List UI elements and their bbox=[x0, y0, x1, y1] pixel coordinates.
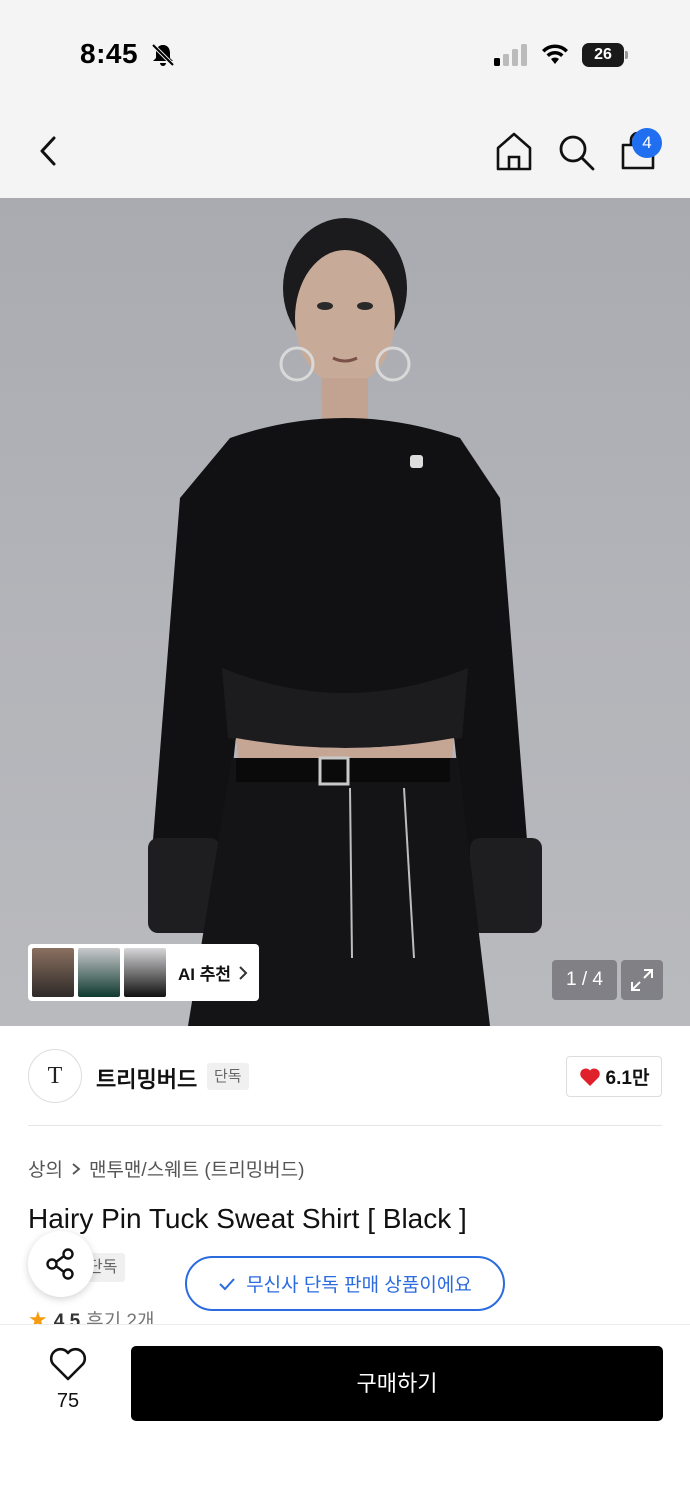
buy-button[interactable]: 구매하기 bbox=[131, 1346, 663, 1421]
share-icon bbox=[46, 1248, 74, 1280]
musinsa-exclusive-notice[interactable]: 무신사 단독 판매 상품이에요 bbox=[185, 1256, 505, 1311]
brand-exclusive-badge: 단독 bbox=[207, 1063, 249, 1090]
musinsa-exclusive-text: 무신사 단독 판매 상품이에요 bbox=[246, 1275, 472, 1296]
brand-like-count: 6.1만 bbox=[605, 1068, 650, 1089]
battery-level: 26 bbox=[582, 43, 624, 67]
top-nav bbox=[0, 100, 690, 198]
check-icon bbox=[219, 1277, 235, 1290]
image-page-indicator: 1 / 4 bbox=[552, 960, 617, 1000]
battery-tip bbox=[625, 51, 628, 59]
brand-logo[interactable]: T bbox=[28, 1049, 82, 1103]
like-count: 75 bbox=[56, 1390, 80, 1412]
ai-recommend-chip[interactable]: AI 추천 bbox=[28, 944, 259, 1001]
brand-like-button[interactable]: 6.1만 bbox=[566, 1056, 662, 1097]
product-image[interactable] bbox=[0, 198, 690, 1026]
product-title: Hairy Pin Tuck Sweat Shirt [ Black ] bbox=[28, 1203, 467, 1234]
expand-icon bbox=[631, 969, 653, 991]
home-icon[interactable] bbox=[494, 130, 534, 172]
model-illustration bbox=[148, 218, 542, 1026]
back-icon[interactable] bbox=[32, 134, 64, 168]
heart-outline-icon[interactable] bbox=[48, 1346, 88, 1382]
breadcrumb-subcategory[interactable]: 맨투맨/스웨트 (트리밍버드) bbox=[89, 1155, 305, 1182]
chevron-right-icon bbox=[239, 965, 248, 980]
battery-icon: 26 bbox=[582, 43, 628, 67]
share-button[interactable] bbox=[28, 1231, 94, 1297]
bell-off-icon bbox=[151, 43, 175, 67]
recommend-thumbnail bbox=[78, 948, 120, 997]
chevron-right-icon bbox=[72, 1162, 81, 1175]
recommend-thumbnail bbox=[32, 948, 74, 997]
ai-recommend-label: AI 추천 bbox=[178, 965, 232, 984]
wifi-icon bbox=[542, 44, 568, 64]
divider bbox=[28, 1125, 662, 1126]
status-time: 8:45 bbox=[80, 38, 139, 69]
search-icon[interactable] bbox=[556, 132, 596, 172]
recommend-thumbnail bbox=[124, 948, 166, 997]
expand-image-button[interactable] bbox=[621, 960, 663, 1000]
breadcrumb: 상의 맨투맨/스웨트 (트리밍버드) bbox=[28, 1155, 304, 1182]
heart-filled-icon bbox=[579, 1067, 600, 1086]
brand-name[interactable]: 트리밍버드 bbox=[96, 1062, 197, 1094]
cart-count-badge: 4 bbox=[632, 128, 662, 158]
cellular-signal-icon bbox=[494, 44, 527, 66]
breadcrumb-category[interactable]: 상의 bbox=[28, 1155, 63, 1182]
status-bar: 8:45 26 bbox=[0, 0, 690, 100]
